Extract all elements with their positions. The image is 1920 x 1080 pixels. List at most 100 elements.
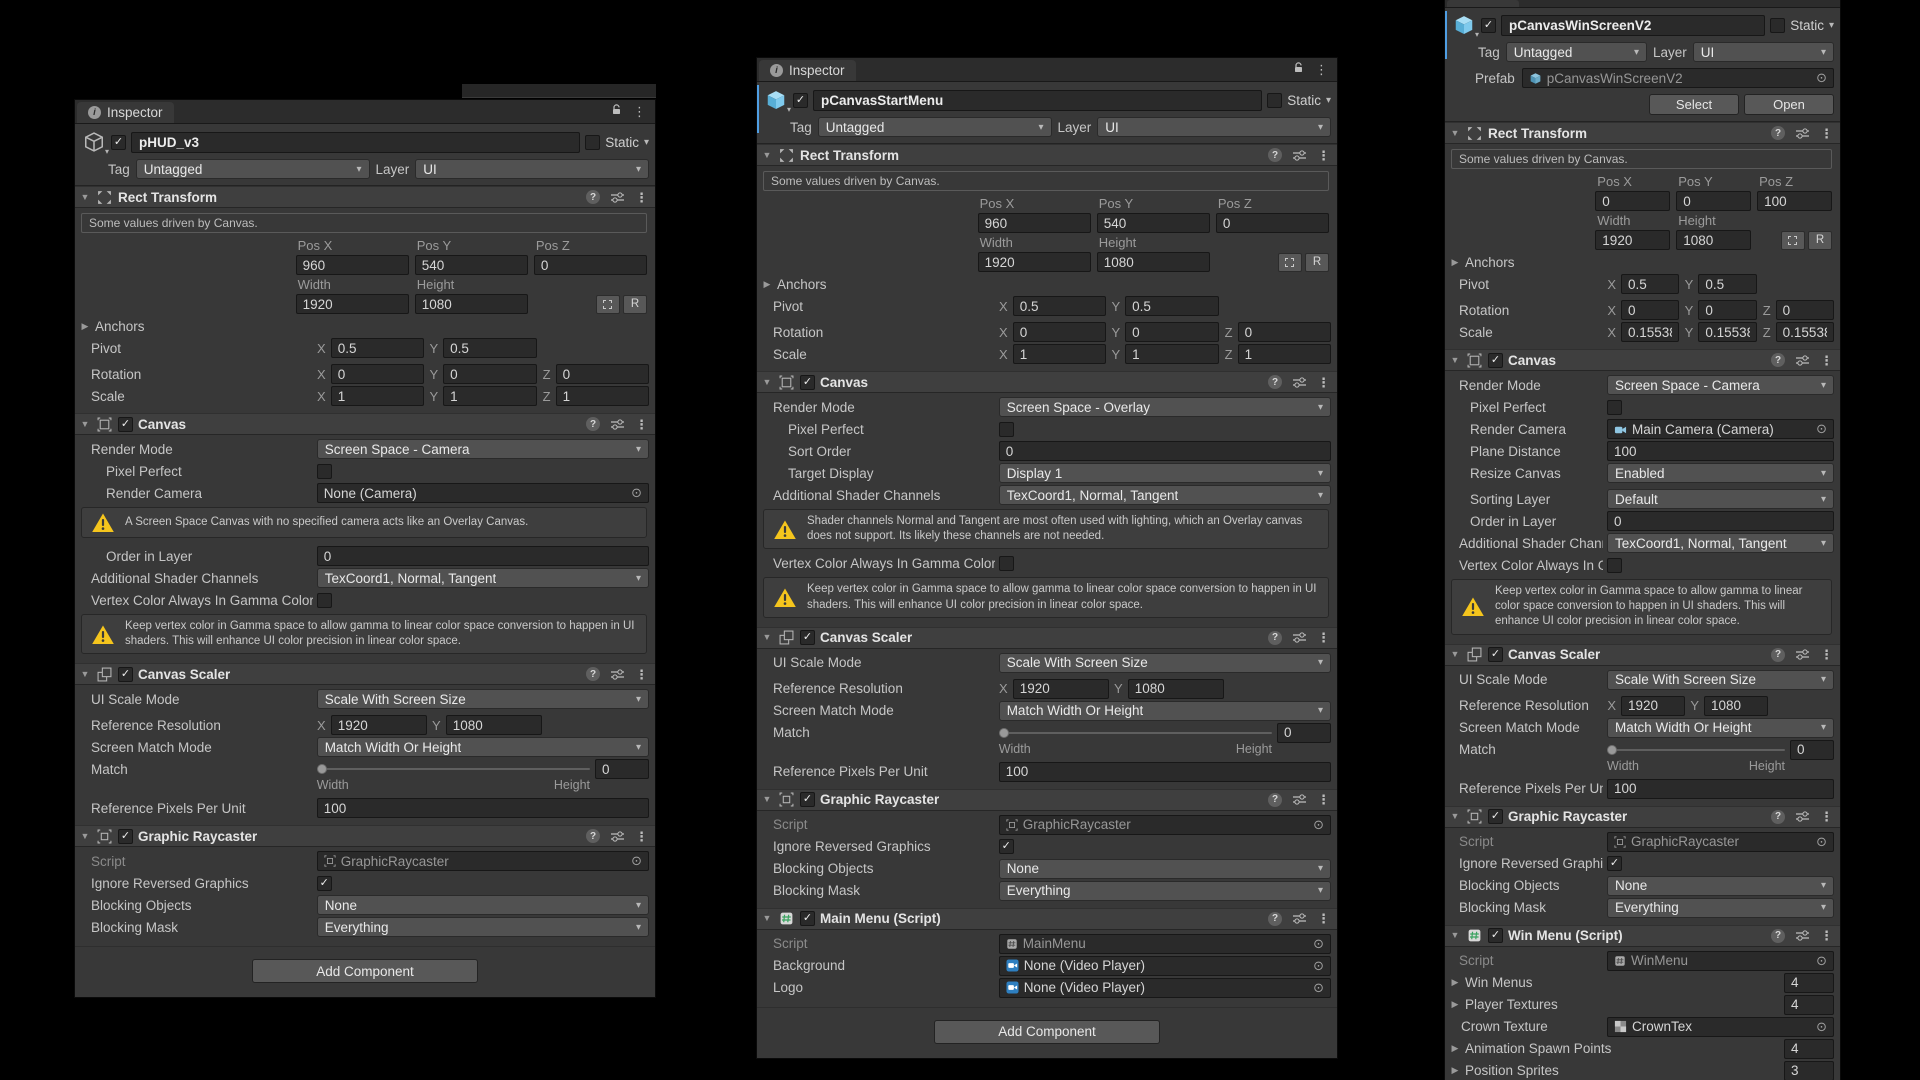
canvas-header[interactable]: ▼ ✓ Canvas ?⋮: [1445, 349, 1840, 371]
order-in-layer-field[interactable]: 0: [1607, 511, 1834, 531]
tag-dropdown[interactable]: Untagged▾: [818, 117, 1052, 137]
position-sprites-size-field[interactable]: 3: [1784, 1061, 1834, 1080]
help-icon[interactable]: ?: [586, 417, 600, 431]
shader-channels-dropdown[interactable]: TexCoord1, Normal, Tangent▾: [317, 568, 649, 588]
presets-icon[interactable]: [609, 416, 626, 432]
ignore-reversed-checkbox[interactable]: ✓: [1607, 856, 1622, 871]
object-picker-icon[interactable]: ⊙: [1313, 958, 1324, 974]
shader-channels-dropdown[interactable]: TexCoord1, Normal, Tangent▾: [999, 485, 1331, 505]
rotation-x-field[interactable]: 0: [1013, 322, 1106, 342]
active-checkbox[interactable]: ✓: [793, 93, 808, 108]
help-icon[interactable]: ?: [1771, 126, 1785, 140]
reference-resolution-x-field[interactable]: 1920: [1013, 679, 1109, 699]
reference-ppu-field[interactable]: 100: [317, 798, 649, 818]
presets-icon[interactable]: [1291, 374, 1308, 390]
component-enabled-checkbox[interactable]: ✓: [1488, 809, 1503, 824]
scale-y-field[interactable]: 1: [443, 386, 536, 406]
vertex-color-checkbox[interactable]: [999, 556, 1014, 571]
width-field[interactable]: 1920: [978, 252, 1091, 272]
help-icon[interactable]: ?: [1268, 912, 1282, 926]
script-field[interactable]: GraphicRaycaster⊙: [317, 851, 649, 871]
vertex-color-checkbox[interactable]: [317, 593, 332, 608]
presets-icon[interactable]: [1291, 792, 1308, 808]
rotation-y-field[interactable]: 0: [1125, 322, 1218, 342]
script-field[interactable]: MainMenu⊙: [999, 934, 1331, 954]
presets-icon[interactable]: [1291, 147, 1308, 163]
static-checkbox[interactable]: [1267, 93, 1282, 108]
prefab-cube-icon[interactable]: ▾: [1451, 13, 1476, 37]
layer-dropdown[interactable]: UI▾: [1693, 42, 1834, 62]
scale-x-field[interactable]: 1: [331, 386, 424, 406]
match-value-field[interactable]: 0: [595, 759, 649, 779]
pos-z-field[interactable]: 0: [1216, 213, 1329, 233]
raw-edit-mode-button[interactable]: R: [623, 295, 647, 314]
component-enabled-checkbox[interactable]: ✓: [1488, 928, 1503, 943]
kebab-menu-icon[interactable]: ⋮: [1820, 810, 1833, 823]
help-icon[interactable]: ?: [1268, 631, 1282, 645]
kebab-menu-icon[interactable]: ⋮: [635, 668, 648, 681]
object-picker-icon[interactable]: ⊙: [631, 853, 642, 869]
blocking-objects-dropdown[interactable]: None▾: [1607, 876, 1834, 896]
foldout-icon[interactable]: ▼: [761, 795, 773, 804]
pivot-x-field[interactable]: 0.5: [1621, 274, 1679, 294]
kebab-menu-icon[interactable]: ⋮: [1820, 648, 1833, 661]
script-field[interactable]: GraphicRaycaster⊙: [999, 815, 1331, 835]
kebab-menu-icon[interactable]: ⋮: [1317, 376, 1330, 389]
active-checkbox[interactable]: ✓: [111, 135, 126, 150]
graphic-raycaster-header[interactable]: ▼ ✓ Graphic Raycaster ?⋮: [757, 789, 1337, 811]
help-icon[interactable]: ?: [586, 667, 600, 681]
pixel-perfect-checkbox[interactable]: [1607, 400, 1622, 415]
match-slider[interactable]: [999, 723, 1272, 743]
name-field[interactable]: pCanvasStartMenu: [813, 90, 1262, 111]
main-menu-header[interactable]: ▼ ✓ Main Menu (Script) ?⋮: [757, 908, 1337, 930]
rotation-x-field[interactable]: 0: [331, 364, 424, 384]
reference-ppu-field[interactable]: 100: [999, 762, 1331, 782]
scale-y-field[interactable]: 0.155388: [1698, 322, 1756, 342]
rotation-y-field[interactable]: 0: [1698, 300, 1756, 320]
add-component-button[interactable]: Add Component: [252, 959, 478, 983]
render-mode-dropdown[interactable]: Screen Space - Camera▾: [317, 439, 649, 459]
ignore-reversed-checkbox[interactable]: ✓: [999, 839, 1014, 854]
player-textures-foldout[interactable]: ▶Player Textures4: [1449, 995, 1834, 1015]
pivot-x-field[interactable]: 0.5: [1013, 296, 1106, 316]
kebab-menu-icon[interactable]: ⋮: [635, 418, 648, 431]
blocking-mask-dropdown[interactable]: Everything▾: [317, 917, 649, 937]
match-slider[interactable]: [1607, 740, 1785, 760]
blocking-mask-dropdown[interactable]: Everything▾: [999, 881, 1331, 901]
pos-z-field[interactable]: 100: [1757, 191, 1832, 211]
blueprint-mode-button[interactable]: [1781, 231, 1805, 250]
script-field[interactable]: GraphicRaycaster⊙: [1607, 832, 1834, 852]
canvas-scaler-header[interactable]: ▼ ✓ Canvas Scaler ?⋮: [75, 663, 655, 685]
foldout-icon[interactable]: ▼: [1449, 356, 1461, 365]
scale-z-field[interactable]: 1: [556, 386, 649, 406]
scale-y-field[interactable]: 1: [1125, 344, 1218, 364]
background-field[interactable]: None (Video Player)⊙: [999, 956, 1331, 976]
blocking-mask-dropdown[interactable]: Everything▾: [1607, 898, 1834, 918]
script-field[interactable]: WinMenu⊙: [1607, 951, 1834, 971]
anchors-foldout[interactable]: ▶Anchors: [761, 274, 1331, 294]
reference-resolution-x-field[interactable]: 1920: [331, 715, 427, 735]
presets-icon[interactable]: [609, 666, 626, 682]
presets-icon[interactable]: [1794, 928, 1811, 944]
help-icon[interactable]: ?: [1771, 353, 1785, 367]
reference-resolution-x-field[interactable]: 1920: [1621, 696, 1685, 716]
pos-x-field[interactable]: 0: [1595, 191, 1670, 211]
presets-icon[interactable]: [1794, 352, 1811, 368]
prefab-object-field[interactable]: pCanvasWinScreenV2 ⊙: [1522, 68, 1834, 88]
anchors-foldout[interactable]: ▶Anchors: [1449, 252, 1834, 272]
component-enabled-checkbox[interactable]: ✓: [800, 911, 815, 926]
rect-transform-header[interactable]: ▼ Rect Transform ?⋮: [75, 186, 655, 208]
plane-distance-field[interactable]: 100: [1607, 441, 1834, 461]
object-picker-icon[interactable]: ⊙: [1313, 936, 1324, 952]
presets-icon[interactable]: [1794, 125, 1811, 141]
name-field[interactable]: pCanvasWinScreenV2: [1501, 15, 1765, 36]
foldout-icon[interactable]: ▼: [1449, 812, 1461, 821]
resize-canvas-dropdown[interactable]: Enabled▾: [1607, 463, 1834, 483]
render-mode-dropdown[interactable]: Screen Space - Overlay▾: [999, 397, 1331, 417]
help-icon[interactable]: ?: [1771, 810, 1785, 824]
canvas-scaler-header[interactable]: ▼ ✓ Canvas Scaler ?⋮: [757, 627, 1337, 649]
width-field[interactable]: 1920: [296, 294, 409, 314]
slider-knob[interactable]: [317, 764, 327, 774]
kebab-menu-icon[interactable]: ⋮: [633, 105, 646, 118]
foldout-icon[interactable]: ▼: [79, 670, 91, 679]
